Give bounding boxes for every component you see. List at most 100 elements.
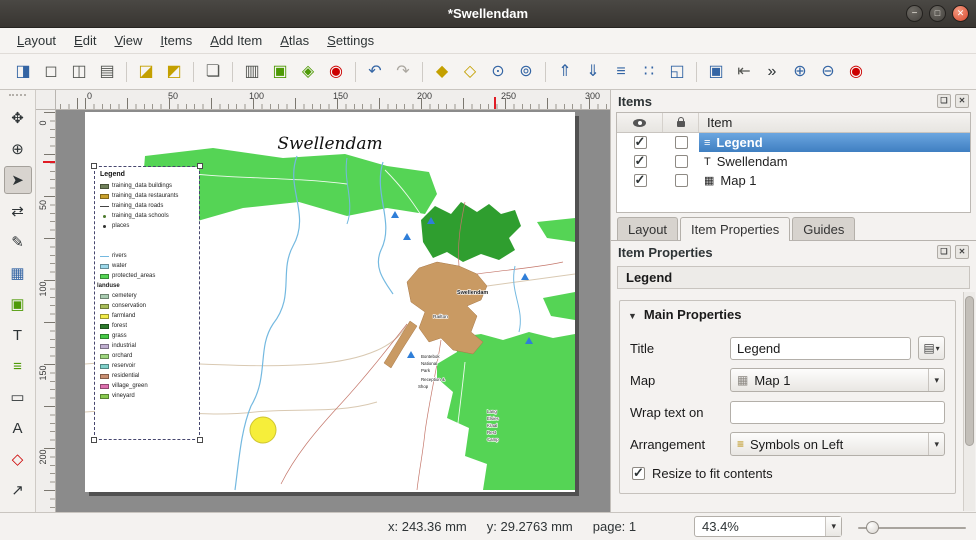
items-row-map1[interactable]: ▦Map 1 <box>617 171 970 190</box>
zoom-slider[interactable] <box>858 521 966 535</box>
toolbar-drag-handle[interactable] <box>9 94 26 100</box>
save-as-template-button[interactable]: ◩ <box>161 59 187 85</box>
resize-to-fit-label: Resize to fit contents <box>652 466 773 481</box>
menu-item[interactable]: Edit <box>65 30 105 51</box>
legend-item-selected[interactable]: Legend training_data buildings training_… <box>95 167 199 439</box>
toolbar-overflow-button[interactable]: » <box>759 59 785 85</box>
add-map-tool[interactable]: ▦ <box>4 259 32 287</box>
toolbar-button-icon: ≡ <box>616 64 625 80</box>
load-from-template-button[interactable]: ◪ <box>133 59 159 85</box>
export-as-image-button[interactable]: ▣ <box>267 59 293 85</box>
panel-close-button[interactable] <box>955 245 969 259</box>
properties-scrollbar[interactable] <box>963 292 975 511</box>
panel-float-button[interactable] <box>937 245 951 259</box>
horizontal-ruler[interactable]: 0 50 100 150 200 250 300 <box>56 90 610 110</box>
lock-checkbox[interactable] <box>675 155 688 168</box>
visibility-checkbox[interactable] <box>634 155 647 168</box>
toolbar-separator <box>122 59 131 85</box>
minimize-button[interactable] <box>906 5 923 22</box>
atlas-first-feature-button[interactable]: ⇤ <box>731 59 757 85</box>
zoom-100-button[interactable]: ⊚ <box>513 59 539 85</box>
close-button[interactable] <box>952 5 969 22</box>
tab-guides[interactable]: Guides <box>792 217 855 240</box>
visibility-checkbox[interactable] <box>634 174 647 187</box>
add-scalebar-tool[interactable]: ▭ <box>4 383 32 411</box>
selection-handle[interactable] <box>91 437 97 443</box>
resize-to-fit-checkbox[interactable] <box>632 467 645 480</box>
chevron-down-icon[interactable] <box>928 369 944 391</box>
export-as-pdf-button[interactable]: ◉ <box>323 59 349 85</box>
add-pages-button[interactable]: ❏ <box>200 59 226 85</box>
items-row-legend[interactable]: ≡Legend <box>617 133 970 152</box>
export-as-svg-button[interactable]: ◈ <box>295 59 321 85</box>
urban-area-polygon <box>407 262 487 354</box>
ruler-cursor-marker <box>43 161 55 163</box>
add-picture-tool[interactable]: ▣ <box>4 290 32 318</box>
page-title-label-item[interactable]: Swellendam <box>85 134 575 154</box>
new-layout-button[interactable]: ◻ <box>38 59 64 85</box>
menu-item[interactable]: Atlas <box>271 30 318 51</box>
print-button[interactable]: ▥ <box>239 59 265 85</box>
lock-checkbox[interactable] <box>675 174 688 187</box>
chevron-down-icon[interactable] <box>825 517 841 536</box>
undo-button[interactable]: ↶ <box>362 59 388 85</box>
lower-items-button[interactable]: ⇓ <box>580 59 606 85</box>
zoom-actual-button[interactable]: ◉ <box>843 59 869 85</box>
vertical-ruler[interactable]: 0 50 100 150 200 <box>36 110 56 512</box>
duplicate-layout-button[interactable]: ◫ <box>66 59 92 85</box>
select-move-item-tool[interactable]: ➤ <box>4 166 32 194</box>
titlebar[interactable]: *Swellendam <box>0 0 976 28</box>
selection-handle[interactable] <box>91 163 97 169</box>
redo-button[interactable]: ↷ <box>390 59 416 85</box>
add-arrow-tool[interactable]: ↗ <box>4 476 32 504</box>
chevron-down-icon[interactable] <box>928 433 944 455</box>
menu-item[interactable]: Items <box>151 30 201 51</box>
resize-items-button[interactable]: ◱ <box>664 59 690 85</box>
unlock-all-items-button[interactable]: ◇ <box>457 59 483 85</box>
panel-float-button[interactable] <box>937 94 951 108</box>
zoom-slider-handle[interactable] <box>866 521 879 534</box>
menu-item[interactable]: Add Item <box>201 30 271 51</box>
zoom-out-button[interactable]: ⊖ <box>815 59 841 85</box>
layout-canvas[interactable]: Swellendam Railton Bontebok National Par… <box>56 110 610 512</box>
scrollbar-thumb[interactable] <box>965 296 974 446</box>
raise-items-button[interactable]: ⇑ <box>552 59 578 85</box>
zoom-full-button[interactable]: ⊙ <box>485 59 511 85</box>
layout-page[interactable]: Swellendam Railton Bontebok National Par… <box>85 112 575 492</box>
lock-checkbox[interactable] <box>675 136 688 149</box>
add-shape-tool[interactable]: ◇ <box>4 445 32 473</box>
tab-item-properties[interactable]: Item Properties <box>680 217 790 241</box>
panel-close-button[interactable] <box>955 94 969 108</box>
tab-layout[interactable]: Layout <box>617 217 678 240</box>
layout-manager-button[interactable]: ▤ <box>94 59 120 85</box>
maximize-button[interactable] <box>929 5 946 22</box>
main-properties-header[interactable]: Main Properties <box>620 301 955 328</box>
add-label-tool[interactable]: T <box>4 321 32 349</box>
selection-handle[interactable] <box>197 163 203 169</box>
move-item-content-tool[interactable]: ⇄ <box>4 197 32 225</box>
items-row-swellendam[interactable]: TSwellendam <box>617 152 970 171</box>
group-items-button[interactable]: ▣ <box>703 59 729 85</box>
menu-item[interactable]: View <box>105 30 151 51</box>
zoom-tool[interactable]: ⊕ <box>4 135 32 163</box>
lock-selected-items-button[interactable]: ◆ <box>429 59 455 85</box>
arrangement-select[interactable]: Symbols on Left <box>730 432 945 456</box>
statusbar: x: 243.36 mm y: 29.2763 mm page: 1 43.4% <box>0 512 976 540</box>
distribute-items-button[interactable]: ∷ <box>636 59 662 85</box>
wrap-text-input[interactable] <box>730 401 945 424</box>
zoom-level-combobox[interactable]: 43.4% <box>694 516 842 537</box>
align-items-button[interactable]: ≡ <box>608 59 634 85</box>
selection-handle[interactable] <box>197 437 203 443</box>
visibility-checkbox[interactable] <box>634 136 647 149</box>
menu-item[interactable]: Settings <box>318 30 383 51</box>
data-defined-override-button[interactable] <box>918 336 945 360</box>
map-select[interactable]: Map 1 <box>730 368 945 392</box>
edit-nodes-item-tool[interactable]: ✎ <box>4 228 32 256</box>
menu-item[interactable]: Layout <box>8 30 65 51</box>
save-project-button[interactable]: ◨ <box>10 59 36 85</box>
legend-title-input[interactable] <box>730 337 911 360</box>
zoom-in-button[interactable]: ⊕ <box>787 59 813 85</box>
add-north-arrow-tool[interactable]: A <box>4 414 32 442</box>
pan-layout-tool[interactable]: ✥ <box>4 104 32 132</box>
add-legend-tool[interactable]: ≡ <box>4 352 32 380</box>
